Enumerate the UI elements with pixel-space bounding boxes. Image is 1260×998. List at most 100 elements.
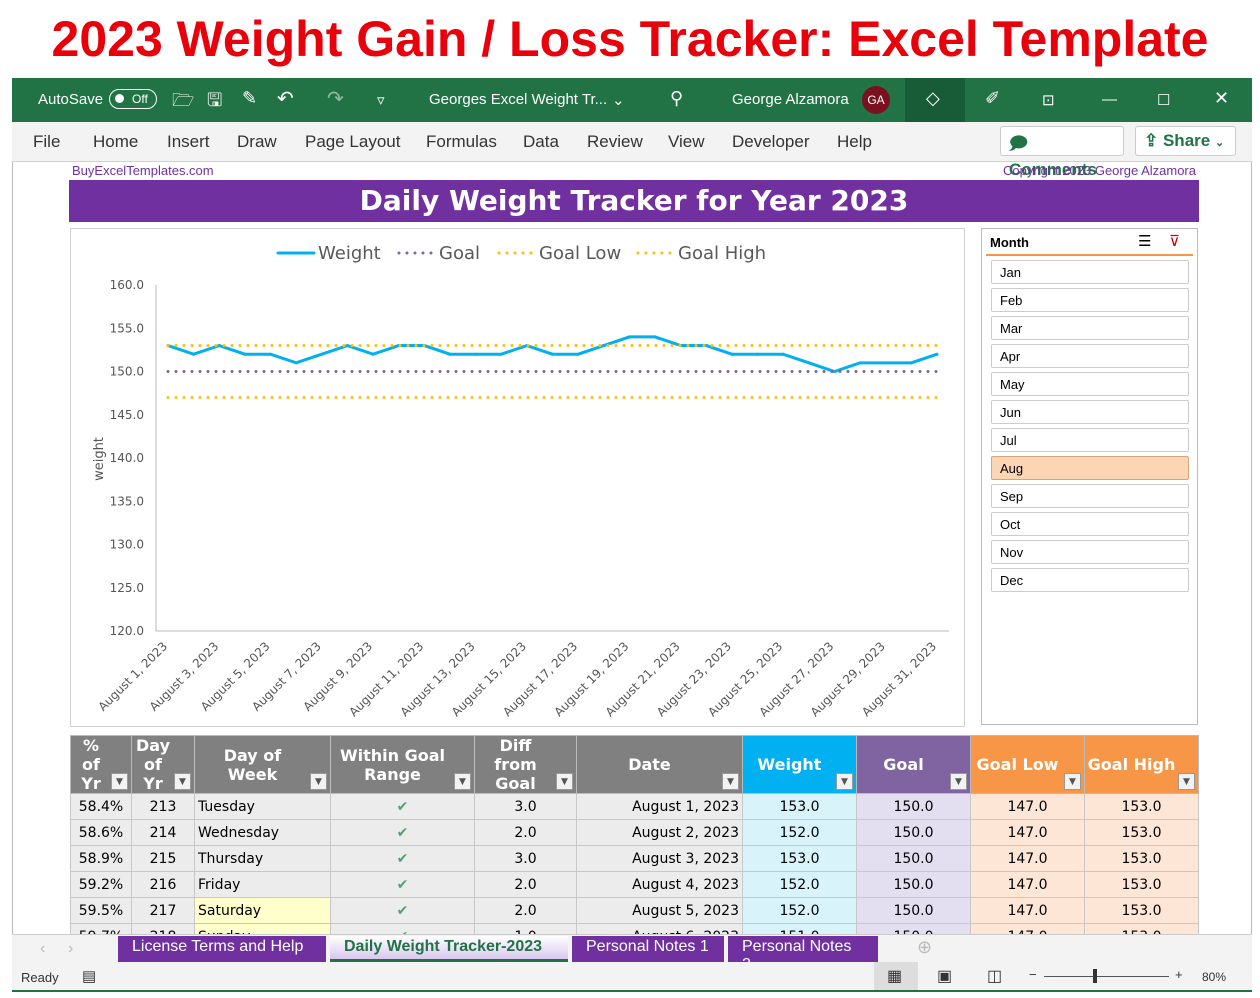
tab-scroll-left-icon[interactable]: ‹ bbox=[40, 940, 45, 958]
menu-review[interactable]: Review bbox=[587, 132, 643, 152]
zoom-out-button[interactable]: − bbox=[1029, 967, 1037, 982]
table-cell[interactable]: August 1, 2023 bbox=[576, 793, 743, 820]
normal-view-icon[interactable]: ▦ bbox=[887, 966, 902, 986]
filter-dropdown-icon[interactable]: ▼ bbox=[556, 773, 573, 790]
filter-dropdown-icon[interactable]: ▼ bbox=[174, 773, 191, 790]
filter-dropdown-icon[interactable]: ▼ bbox=[950, 773, 967, 790]
search-icon[interactable]: ⚲ bbox=[670, 88, 683, 109]
file-name[interactable]: Georges Excel Weight Tr... bbox=[429, 91, 607, 108]
filter-dropdown-icon[interactable]: ▼ bbox=[454, 773, 471, 790]
page-layout-view-icon[interactable]: ▣ bbox=[937, 966, 952, 986]
save-icon[interactable]: 🖫 bbox=[207, 88, 222, 118]
weight-chart[interactable]: 160.0 155.0 150.0 145.0 140.0 135.0 130.0 125.0… bbox=[70, 228, 965, 727]
menu-home[interactable]: Home bbox=[93, 132, 138, 152]
slicer-item-nov[interactable]: Nov bbox=[991, 540, 1189, 564]
comments-button[interactable]: 🗩 Comments bbox=[1000, 126, 1124, 179]
share-button[interactable]: ⇪ Share ⌄ bbox=[1135, 126, 1236, 156]
close-icon[interactable]: ✕ bbox=[1214, 88, 1229, 109]
menu-page-layout[interactable]: Page Layout bbox=[305, 132, 400, 152]
menu-file[interactable]: File bbox=[33, 132, 60, 152]
multi-select-icon[interactable]: ☰ bbox=[1138, 232, 1151, 250]
filter-dropdown-icon[interactable]: ▼ bbox=[1064, 773, 1081, 790]
table-cell[interactable]: 152.0 bbox=[742, 819, 857, 846]
tab-scroll-right-icon[interactable]: › bbox=[68, 940, 73, 958]
menu-data[interactable]: Data bbox=[523, 132, 559, 152]
table-cell[interactable]: August 3, 2023 bbox=[576, 845, 743, 872]
table-cell[interactable]: Friday bbox=[194, 871, 331, 898]
filter-dropdown-icon[interactable]: ▼ bbox=[310, 773, 327, 790]
table-cell[interactable]: August 4, 2023 bbox=[576, 871, 743, 898]
slicer-item-may[interactable]: May bbox=[991, 372, 1189, 396]
table-cell[interactable]: 2.0 bbox=[474, 897, 577, 924]
filter-dropdown-icon[interactable]: ▼ bbox=[111, 773, 128, 790]
filter-dropdown-icon[interactable]: ▼ bbox=[836, 773, 853, 790]
sheet-tab[interactable]: Daily Weight Tracker-2023 bbox=[330, 936, 568, 962]
slicer-item-dec[interactable]: Dec bbox=[991, 568, 1189, 592]
table-cell[interactable]: 2.0 bbox=[474, 819, 577, 846]
slicer-item-jun[interactable]: Jun bbox=[991, 400, 1189, 424]
slicer-item-mar[interactable]: Mar bbox=[991, 316, 1189, 340]
table-cell[interactable]: 214 bbox=[131, 819, 195, 846]
page-break-view-icon[interactable]: ◫ bbox=[987, 966, 1002, 986]
site-link[interactable]: BuyExcelTemplates.com bbox=[72, 163, 214, 178]
undo-icon[interactable]: ↶ bbox=[277, 86, 294, 111]
table-cell[interactable]: 152.0 bbox=[742, 897, 857, 924]
table-cell[interactable]: 58.4% bbox=[70, 793, 132, 820]
table-cell[interactable]: August 2, 2023 bbox=[576, 819, 743, 846]
maximize-icon[interactable]: ☐ bbox=[1157, 91, 1170, 109]
filter-dropdown-icon[interactable]: ▼ bbox=[722, 773, 739, 790]
autosave-toggle[interactable]: Off bbox=[109, 89, 157, 109]
chevron-down-icon[interactable]: ⌄ bbox=[612, 91, 625, 109]
avatar[interactable]: GA bbox=[862, 86, 890, 114]
table-cell[interactable]: Saturday bbox=[194, 897, 331, 924]
ribbon-display-icon[interactable]: ⊡ bbox=[1042, 91, 1055, 109]
table-cell[interactable]: 150.0 bbox=[856, 897, 971, 924]
table-cell[interactable]: 153.0 bbox=[1084, 845, 1199, 872]
save-as-icon[interactable]: ✎ bbox=[242, 88, 257, 109]
table-cell[interactable]: 153.0 bbox=[1084, 871, 1199, 898]
menu-draw[interactable]: Draw bbox=[237, 132, 277, 152]
minimize-icon[interactable]: — bbox=[1102, 91, 1117, 108]
open-icon[interactable]: 🗁 bbox=[172, 88, 194, 118]
check-icon[interactable]: ✔ bbox=[330, 871, 475, 898]
zoom-slider-thumb[interactable] bbox=[1093, 969, 1097, 983]
table-cell[interactable]: 150.0 bbox=[856, 871, 971, 898]
slicer-item-apr[interactable]: Apr bbox=[991, 344, 1189, 368]
table-cell[interactable]: 153.0 bbox=[1084, 897, 1199, 924]
check-icon[interactable]: ✔ bbox=[330, 793, 475, 820]
table-cell[interactable]: 58.6% bbox=[70, 819, 132, 846]
table-cell[interactable]: August 5, 2023 bbox=[576, 897, 743, 924]
menu-view[interactable]: View bbox=[668, 132, 705, 152]
table-cell[interactable]: 3.0 bbox=[474, 845, 577, 872]
check-icon[interactable]: ✔ bbox=[330, 845, 475, 872]
table-cell[interactable]: 150.0 bbox=[856, 819, 971, 846]
table-cell[interactable]: 216 bbox=[131, 871, 195, 898]
table-cell[interactable]: 2.0 bbox=[474, 871, 577, 898]
table-cell[interactable]: Wednesday bbox=[194, 819, 331, 846]
zoom-in-button[interactable]: + bbox=[1175, 967, 1183, 982]
table-cell[interactable]: 153.0 bbox=[742, 845, 857, 872]
table-cell[interactable]: 147.0 bbox=[970, 871, 1085, 898]
sheet-tab[interactable]: License Terms and Help bbox=[118, 936, 326, 962]
slicer-item-jul[interactable]: Jul bbox=[991, 428, 1189, 452]
check-icon[interactable]: ✔ bbox=[330, 897, 475, 924]
table-cell[interactable]: 153.0 bbox=[1084, 793, 1199, 820]
table-cell[interactable]: 213 bbox=[131, 793, 195, 820]
table-cell[interactable]: 153.0 bbox=[742, 793, 857, 820]
table-cell[interactable]: 150.0 bbox=[856, 845, 971, 872]
customize-icon[interactable]: ▿ bbox=[377, 91, 385, 109]
slicer-item-feb[interactable]: Feb bbox=[991, 288, 1189, 312]
table-cell[interactable]: Tuesday bbox=[194, 793, 331, 820]
pen-icon[interactable]: ✐ bbox=[985, 88, 1000, 109]
menu-help[interactable]: Help bbox=[837, 132, 872, 152]
accessibility-icon[interactable]: ▤ bbox=[82, 967, 96, 985]
sheet-tab[interactable]: Personal Notes 1 bbox=[572, 936, 724, 962]
table-cell[interactable]: 215 bbox=[131, 845, 195, 872]
slicer-item-oct[interactable]: Oct bbox=[991, 512, 1189, 536]
table-cell[interactable]: 147.0 bbox=[970, 819, 1085, 846]
table-cell[interactable]: 152.0 bbox=[742, 871, 857, 898]
table-cell[interactable]: 153.0 bbox=[1084, 819, 1199, 846]
sheet-tab[interactable]: Personal Notes 2 bbox=[728, 936, 878, 973]
table-cell[interactable]: 217 bbox=[131, 897, 195, 924]
slicer-item-aug[interactable]: Aug bbox=[991, 456, 1189, 480]
